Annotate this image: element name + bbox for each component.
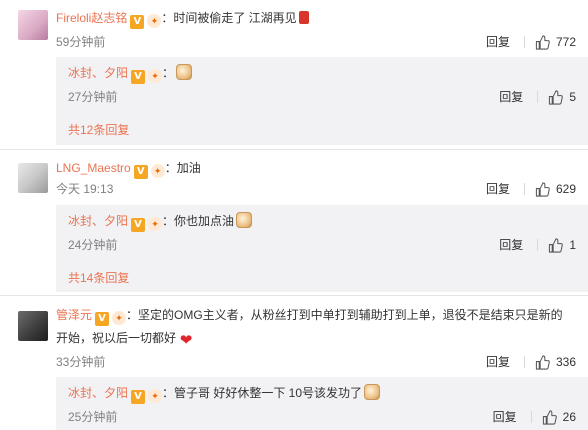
reply-button[interactable]: 回复 [499,237,523,253]
divider [523,36,525,48]
member-badge-icon: ✦ [150,164,165,178]
thumbs-up-icon [542,409,557,425]
timestamp: 59分钟前 [56,35,106,49]
like-count: 5 [569,90,576,104]
like-count: 629 [555,182,576,196]
member-badge-icon: ✦ [147,14,162,28]
timestamp: 今天 19:13 [56,182,114,196]
cat-emoji-icon [364,384,381,400]
fuel-emoji-icon [298,11,309,24]
like-button[interactable]: 1 [548,237,576,253]
view-more-replies-link[interactable]: 共14条回复 [68,270,129,286]
timestamp: 33分钟前 [56,355,106,369]
avatar[interactable] [18,163,48,193]
verified-badge-icon: V [131,70,146,84]
username[interactable]: Fireloli赵志铭 [56,11,127,25]
sub-reply-box: 冰封、夕阳 V ✦ ：管子哥 好好休整一下 10号该发功了 25分钟前 回复 26 [56,377,588,430]
member-badge-icon: ✦ [148,217,163,231]
divider [537,239,539,251]
comment: 管泽元 V ✦ ：坚定的OMG主义者，从粉丝打到中单打到辅助打到上单，退役不是结束只是… [0,296,588,430]
cat-emoji-icon [236,212,253,228]
sub-reply-box: 冰封、夕阳 V ✦ ：你也加点油 24分钟前 回复 1 共14条回复 [56,205,588,292]
username[interactable]: 管泽元 [56,308,92,322]
like-count: 1 [569,238,576,252]
username[interactable]: 冰封、夕阳 [68,214,128,228]
like-button[interactable]: 629 [535,181,576,197]
thumbs-up-icon [535,181,550,197]
like-button[interactable]: 336 [535,354,576,370]
view-more-replies-link[interactable]: 共12条回复 [68,122,129,138]
divider [523,183,525,195]
thumbs-up-icon [549,89,564,105]
comment: LNG_Maestro V ✦ ：加油 今天 19:13 回复 629 冰封、夕阳 V ✦… [0,150,588,295]
reply-text: ：你也加点油 [162,214,235,228]
reply-button[interactable]: 回复 [486,354,510,370]
username[interactable]: LNG_Maestro [56,161,131,175]
like-count: 26 [562,410,576,424]
cat-emoji-icon [176,64,193,80]
verified-badge-icon: V [95,312,110,326]
divider [530,411,532,423]
comment-text: 开始，祝以后一切都好 [56,331,177,345]
thumbs-up-icon [549,237,564,253]
reply-button[interactable]: 回复 [486,34,510,50]
reply-text: ： [162,66,175,80]
thumbs-up-icon [535,34,550,50]
reply-button[interactable]: 回复 [486,181,510,197]
sub-reply-box: 冰封、夕阳 V ✦： 27分钟前 回复 5 共12条回复 [56,57,588,145]
heart-emoji-icon: ❤ [179,331,193,349]
verified-badge-icon: V [131,390,146,404]
timestamp: 27分钟前 [68,90,118,104]
timestamp: 24分钟前 [68,238,118,252]
like-count: 336 [555,355,576,369]
avatar[interactable] [18,10,48,40]
like-button[interactable]: 5 [548,89,576,105]
comment-text: ：坚定的OMG主义者，从粉丝打到中单打到辅助打到上单，退役不是结束只是新的 [126,308,563,322]
username[interactable]: 冰封、夕阳 [68,66,128,80]
reply-text: ：管子哥 好好休整一下 10号该发功了 [162,386,363,400]
comment-text: ：时间被偷走了 江湖再见 [161,11,297,25]
member-badge-icon: ✦ [148,69,163,83]
member-badge-icon: ✦ [112,311,127,325]
reply-button[interactable]: 回复 [493,409,517,425]
divider [537,91,539,103]
avatar[interactable] [18,311,48,341]
like-button[interactable]: 772 [535,34,576,50]
verified-badge-icon: V [133,165,148,179]
like-count: 772 [555,35,576,49]
like-button[interactable]: 26 [542,409,576,425]
reply-button[interactable]: 回复 [499,89,523,105]
comment-text: ：加油 [164,161,201,175]
member-badge-icon: ✦ [148,389,163,403]
verified-badge-icon: V [131,218,146,232]
timestamp: 25分钟前 [68,410,118,424]
username[interactable]: 冰封、夕阳 [68,386,128,400]
comment: Fireloli赵志铭 V ✦ ：时间被偷走了 江湖再见 59分钟前 回复 772 冰… [0,0,588,150]
verified-badge-icon: V [130,15,145,29]
divider [523,356,525,368]
thumbs-up-icon [535,354,550,370]
